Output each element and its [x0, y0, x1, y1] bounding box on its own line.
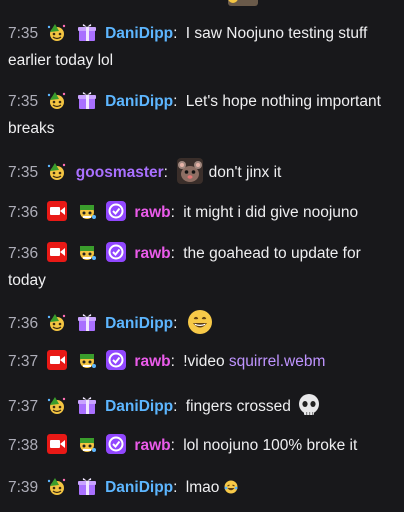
timestamp: 7:36 — [8, 315, 39, 332]
timestamp: 7:39 — [8, 479, 39, 496]
separator: : — [173, 398, 178, 415]
party-hat-emoji-badge-icon[interactable] — [46, 476, 68, 496]
separator: : — [163, 164, 168, 181]
timestamp: 7:35 — [8, 93, 39, 110]
separator: : — [173, 93, 178, 110]
rat-emote-icon[interactable] — [176, 157, 204, 185]
separator: : — [170, 245, 175, 262]
bot-badge-icon[interactable] — [76, 242, 98, 262]
party-hat-emoji-badge-icon[interactable] — [46, 90, 68, 110]
separator: : — [173, 315, 178, 332]
message-text: fingers crossed — [185, 398, 291, 415]
bot-badge-icon[interactable] — [76, 350, 98, 370]
message-text: lmao — [185, 479, 220, 496]
separator: : — [173, 25, 178, 42]
username[interactable]: rawb — [134, 245, 170, 262]
message-text: don't jinx it — [208, 164, 282, 181]
chat-message: 7:37 rawb: !video squirrel.webm — [8, 348, 396, 375]
timestamp: 7:36 — [8, 245, 39, 262]
chat-message: 7:37 DaniDipp: fingers crossed — [8, 391, 396, 420]
broadcaster-camera-badge-icon[interactable] — [46, 434, 68, 454]
broadcaster-camera-badge-icon[interactable] — [46, 350, 68, 370]
separator: : — [173, 479, 178, 496]
message-text: !video — [183, 353, 229, 370]
chat-message: 7:36 rawb: it might i did give noojuno — [8, 199, 396, 226]
skull-face-emote-icon[interactable] — [295, 391, 323, 419]
username[interactable]: DaniDipp — [105, 479, 173, 496]
chat-message: 7:36 rawb: the goahead to update for tod… — [8, 240, 396, 294]
party-hat-emoji-badge-icon[interactable] — [46, 312, 68, 332]
laughing-tears-emoji-icon — [224, 476, 238, 494]
timestamp: 7:35 — [8, 164, 39, 181]
broadcaster-camera-badge-icon[interactable] — [46, 201, 68, 221]
party-hat-emoji-badge-icon[interactable] — [46, 395, 68, 415]
username[interactable]: rawb — [134, 353, 170, 370]
gift-badge-icon[interactable] — [76, 90, 98, 110]
bot-badge-icon[interactable] — [76, 434, 98, 454]
username[interactable]: rawb — [134, 437, 170, 454]
cut-off-badges — [228, 0, 258, 6]
verified-check-badge-icon[interactable] — [105, 434, 127, 454]
timestamp: 7:37 — [8, 353, 39, 370]
separator: : — [170, 437, 175, 454]
message-text: it might i did give noojuno — [183, 204, 359, 221]
chat-message: 7:38 rawb: lol noojuno 100% broke it — [8, 432, 396, 459]
timestamp: 7:37 — [8, 398, 39, 415]
party-hat-emoji-badge-icon[interactable] — [46, 22, 68, 42]
verified-check-badge-icon[interactable] — [105, 201, 127, 221]
verified-check-badge-icon[interactable] — [105, 350, 127, 370]
grinning-face-emote-icon[interactable] — [186, 308, 214, 336]
chat-message: 7:35 DaniDipp: I saw Noojuno testing stu… — [8, 20, 396, 74]
chat-message: 7:36 DaniDipp: — [8, 308, 396, 337]
gift-badge-icon[interactable] — [76, 395, 98, 415]
username[interactable]: DaniDipp — [105, 315, 173, 332]
timestamp: 7:35 — [8, 25, 39, 42]
separator: : — [170, 353, 175, 370]
gift-badge-icon[interactable] — [76, 312, 98, 332]
username[interactable]: DaniDipp — [105, 25, 173, 42]
username[interactable]: DaniDipp — [105, 93, 173, 110]
party-hat-emoji-badge-icon[interactable] — [46, 161, 68, 181]
chat-message: 7:35 DaniDipp: Let's hope nothing import… — [8, 88, 396, 142]
chat-message: 7:35 goosmaster: don't jinx it — [8, 157, 396, 186]
gift-badge-icon[interactable] — [76, 476, 98, 496]
message-text: lol noojuno 100% broke it — [183, 437, 358, 454]
username[interactable]: rawb — [134, 204, 170, 221]
separator: : — [170, 204, 175, 221]
cut-off-previous-message — [28, 0, 308, 10]
timestamp: 7:38 — [8, 437, 39, 454]
message-link[interactable]: squirrel.webm — [229, 353, 325, 370]
username[interactable]: DaniDipp — [105, 398, 173, 415]
verified-check-badge-icon[interactable] — [105, 242, 127, 262]
chat-log: 7:35 DaniDipp: I saw Noojuno testing stu… — [0, 0, 404, 512]
username[interactable]: goosmaster — [76, 164, 164, 181]
bot-badge-icon[interactable] — [76, 201, 98, 221]
chat-message: 7:39 DaniDipp: lmao — [8, 474, 396, 501]
gift-badge-icon[interactable] — [76, 22, 98, 42]
broadcaster-camera-badge-icon[interactable] — [46, 242, 68, 262]
timestamp: 7:36 — [8, 204, 39, 221]
